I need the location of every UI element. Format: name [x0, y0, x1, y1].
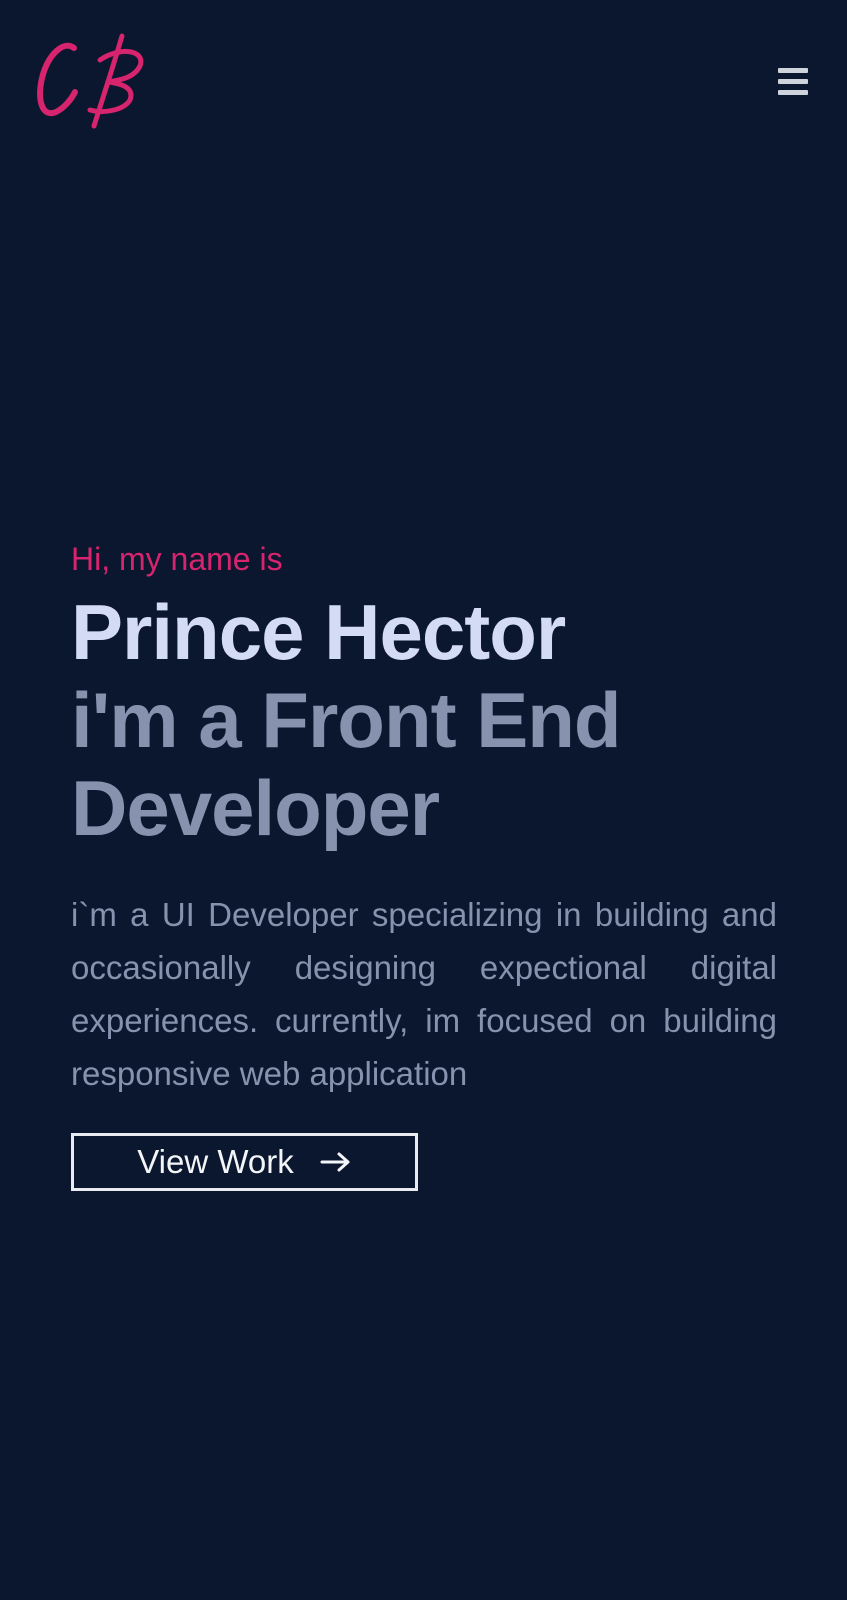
- menu-button[interactable]: [773, 64, 811, 98]
- view-work-button[interactable]: View Work: [71, 1133, 418, 1191]
- logo[interactable]: [34, 30, 149, 130]
- hamburger-menu-icon-bar: [778, 79, 808, 84]
- arrow-right-icon: [320, 1152, 350, 1172]
- role-line-1: i'm a Front End: [71, 676, 622, 764]
- person-name: Prince Hector: [71, 588, 566, 676]
- bio-text: i`m a UI Developer specializing in build…: [71, 896, 777, 1092]
- hamburger-menu-icon-bar: [778, 68, 808, 73]
- hamburger-menu-icon-bar: [778, 90, 808, 95]
- hero-content: Hi, my name is Prince Hector i'm a Front…: [71, 536, 777, 1100]
- role-line-2: Developer: [71, 764, 440, 852]
- greeting-text: Hi, my name is: [71, 541, 283, 577]
- view-work-label: View Work: [137, 1143, 294, 1180]
- logo-icon: [37, 33, 144, 129]
